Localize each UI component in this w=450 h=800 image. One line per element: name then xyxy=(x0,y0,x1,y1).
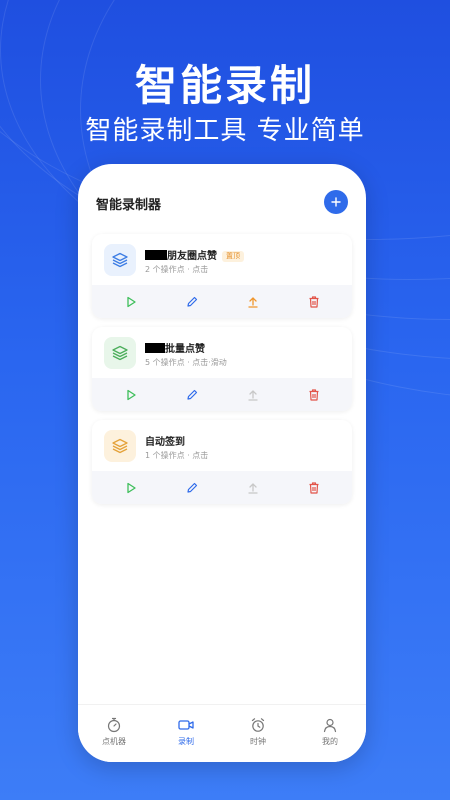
recording-card[interactable]: 自动签到 1 个操作点 · 点击 xyxy=(92,420,352,504)
tab-clock[interactable]: 时钟 xyxy=(228,717,288,762)
edit-button[interactable] xyxy=(172,290,212,314)
delete-button[interactable] xyxy=(294,476,334,500)
play-icon xyxy=(126,482,136,493)
play-button[interactable] xyxy=(111,290,151,314)
stack-icon xyxy=(112,345,128,361)
card-icon-box xyxy=(104,430,136,462)
card-info[interactable]: 自动签到 1 个操作点 · 点击 xyxy=(92,420,352,470)
play-icon xyxy=(126,296,136,307)
bottom-tab-bar: 点机器 录制 时钟 我的 xyxy=(78,704,366,762)
card-icon-box xyxy=(104,244,136,276)
tab-label: 时钟 xyxy=(250,737,266,746)
card-title: 朋友圈点赞 置顶 xyxy=(145,247,244,262)
upload-icon xyxy=(247,482,258,494)
card-meta: 2 个操作点 · 点击 xyxy=(145,265,209,274)
upload-button[interactable] xyxy=(233,290,273,314)
hero-subtitle: 智能录制工具 专业简单 xyxy=(85,116,365,146)
tab-label: 录制 xyxy=(178,737,194,746)
card-info[interactable]: 朋友圈点赞 置顶 2 个操作点 · 点击 xyxy=(92,234,352,284)
stack-icon xyxy=(112,438,128,454)
upload-button-disabled xyxy=(233,476,273,500)
trash-icon xyxy=(309,295,318,308)
app-title: 智能录制器 xyxy=(96,198,162,213)
card-icon-box xyxy=(104,337,136,369)
tab-label: 我的 xyxy=(322,737,338,746)
delete-button[interactable] xyxy=(294,383,334,407)
upload-icon xyxy=(247,296,258,308)
app-header: 智能录制器 xyxy=(96,190,348,218)
card-info[interactable]: 批量点赞 5 个操作点 · 点击·滑动 xyxy=(92,327,352,377)
hero-title: 智能录制 xyxy=(134,61,315,110)
edit-button[interactable] xyxy=(172,383,212,407)
edit-button[interactable] xyxy=(172,476,212,500)
user-icon xyxy=(323,718,337,733)
recording-card[interactable]: 批量点赞 5 个操作点 · 点击·滑动 xyxy=(92,327,352,411)
video-icon xyxy=(178,720,194,730)
trash-icon xyxy=(309,481,318,494)
card-meta: 5 个操作点 · 点击·滑动 xyxy=(145,358,227,367)
add-recording-button[interactable] xyxy=(324,190,348,214)
play-button[interactable] xyxy=(111,383,151,407)
tab-profile[interactable]: 我的 xyxy=(300,717,360,762)
timer-icon xyxy=(107,717,121,733)
recording-card[interactable]: 朋友圈点赞 置顶 2 个操作点 · 点击 xyxy=(92,234,352,318)
pinned-tag: 置顶 xyxy=(222,251,244,262)
pencil-icon xyxy=(186,296,197,307)
redacted-text xyxy=(145,250,167,260)
tab-clicker[interactable]: 点机器 xyxy=(84,717,144,762)
card-actions xyxy=(92,471,352,504)
card-actions xyxy=(92,378,352,411)
delete-button[interactable] xyxy=(294,290,334,314)
pencil-icon xyxy=(186,482,197,493)
card-meta: 1 个操作点 · 点击 xyxy=(145,451,209,460)
card-actions xyxy=(92,285,352,318)
card-title: 批量点赞 xyxy=(145,340,205,355)
upload-button-disabled xyxy=(233,383,273,407)
alarm-clock-icon xyxy=(251,718,265,732)
tab-label: 点机器 xyxy=(102,737,126,746)
card-title: 自动签到 xyxy=(145,437,185,448)
stack-icon xyxy=(112,252,128,268)
tab-record[interactable]: 录制 xyxy=(156,717,216,762)
play-button[interactable] xyxy=(111,476,151,500)
redacted-text xyxy=(145,343,165,353)
phone-mockup: 智能录制器 朋友圈点赞 置顶 2 个操作点 · 点击 批量点赞 5 个操作点 ·… xyxy=(78,164,366,762)
trash-icon xyxy=(309,388,318,401)
plus-icon xyxy=(331,197,341,207)
play-icon xyxy=(126,389,136,400)
pencil-icon xyxy=(186,389,197,400)
upload-icon xyxy=(247,389,258,401)
